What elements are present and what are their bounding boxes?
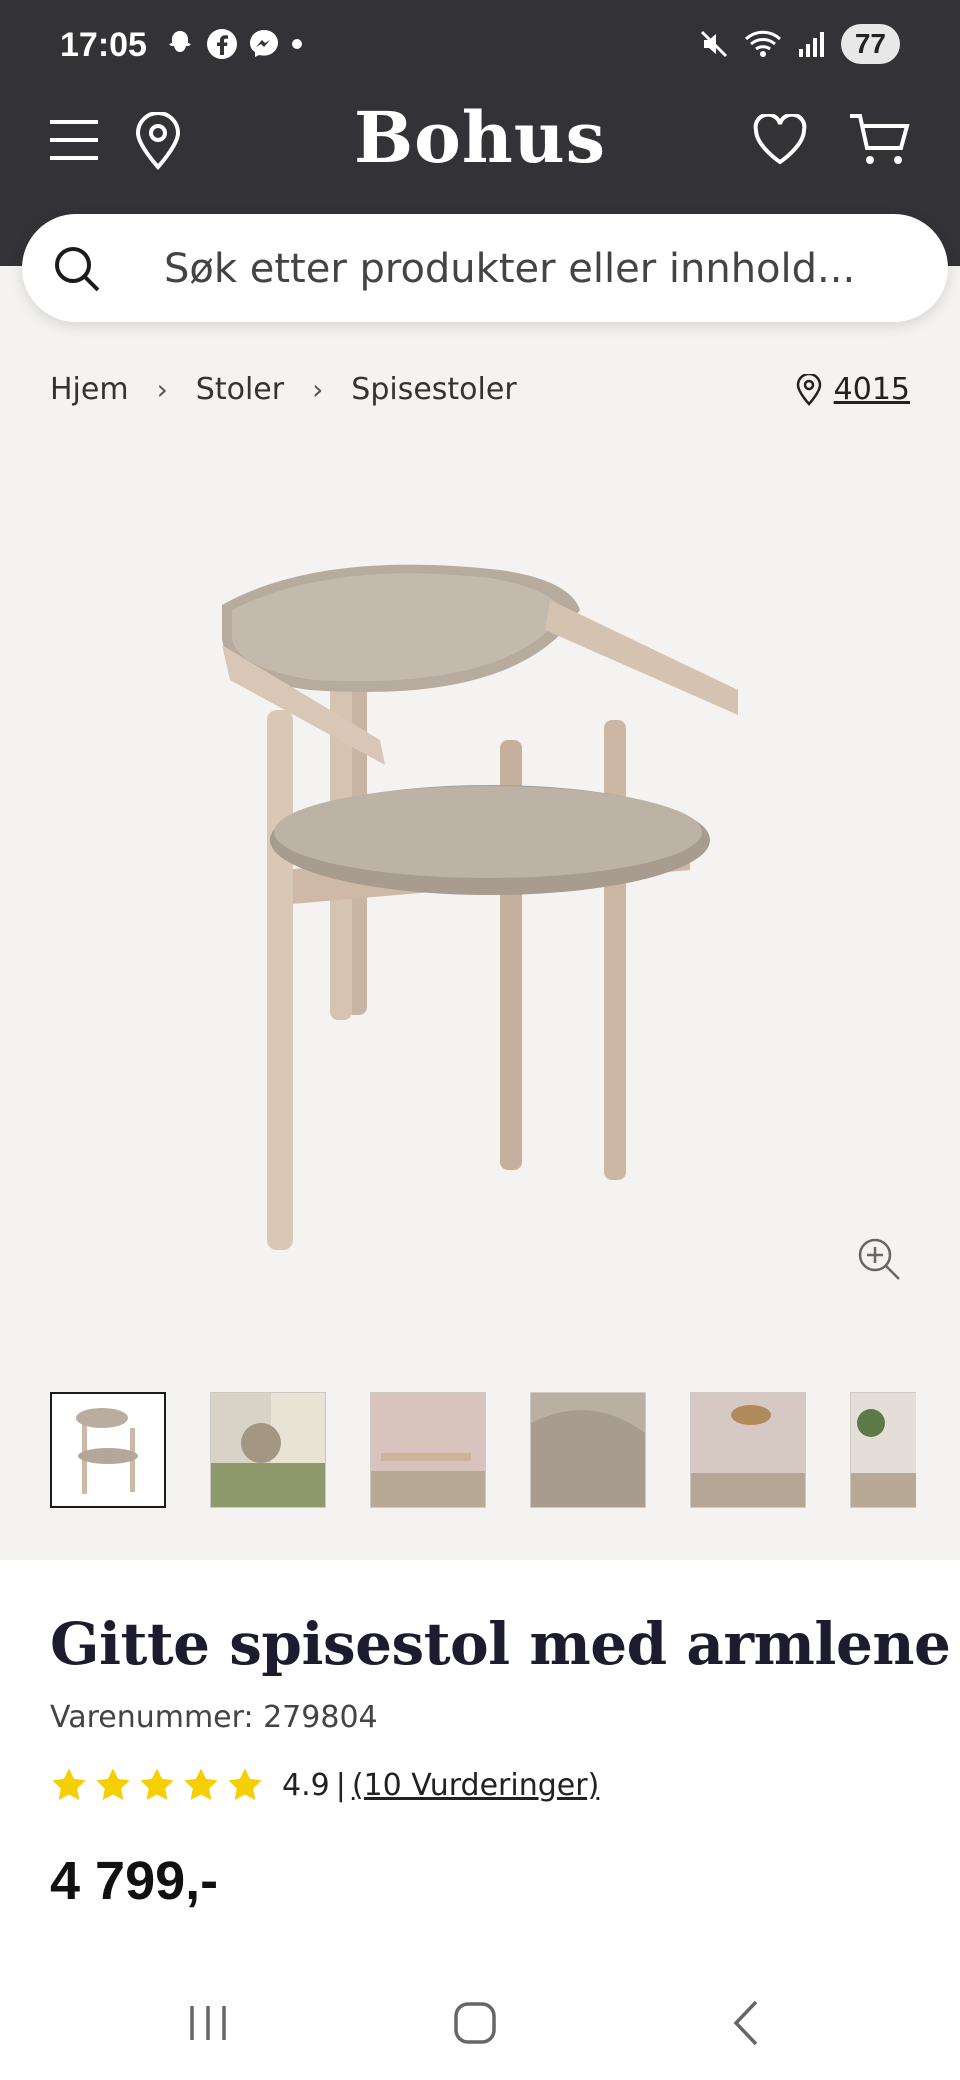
product-sku: Varenummer: 279804 bbox=[50, 1700, 378, 1735]
chevron-right-icon: › bbox=[156, 373, 168, 406]
chair-thumbnail-image bbox=[76, 1408, 138, 1494]
thumbnail-5[interactable] bbox=[690, 1392, 806, 1508]
thumbnail-4[interactable] bbox=[530, 1392, 646, 1508]
thumbnail-strip bbox=[50, 1392, 916, 1510]
lamp-room-thumbnail-image bbox=[691, 1393, 805, 1507]
search-bar[interactable] bbox=[22, 214, 948, 322]
facebook-icon bbox=[207, 29, 237, 59]
mute-icon bbox=[700, 30, 727, 58]
plant-room-thumbnail-image bbox=[851, 1393, 916, 1507]
store-location-link[interactable]: 4015 bbox=[796, 372, 910, 407]
thumbnail-6[interactable] bbox=[850, 1392, 916, 1508]
star-icon bbox=[228, 1768, 262, 1800]
dot-icon bbox=[292, 39, 302, 49]
messenger-icon bbox=[250, 30, 278, 57]
reviews-link[interactable]: (10 Vurderinger) bbox=[352, 1768, 599, 1803]
star-icon bbox=[52, 1768, 86, 1800]
breadcrumb-home[interactable]: Hjem bbox=[50, 372, 129, 407]
system-nav-bar bbox=[0, 1970, 960, 2080]
home-icon[interactable] bbox=[452, 1992, 498, 2052]
recent-apps-icon[interactable] bbox=[186, 1992, 230, 2052]
breadcrumb: Hjem › Stoler › Spisestoler bbox=[50, 372, 517, 407]
cart-icon[interactable] bbox=[848, 112, 910, 168]
back-icon[interactable] bbox=[728, 1992, 764, 2052]
chevron-right-icon: › bbox=[312, 373, 324, 406]
star-rating bbox=[50, 1766, 264, 1804]
star-icon bbox=[184, 1768, 218, 1800]
dining-room-thumbnail-image bbox=[371, 1393, 485, 1507]
rating-divider: | bbox=[335, 1767, 346, 1803]
thumbnail-1[interactable] bbox=[50, 1392, 166, 1508]
breadcrumb-dining-chairs[interactable]: Spisestoler bbox=[351, 372, 516, 407]
battery-indicator: 77 bbox=[840, 24, 900, 64]
thumbnail-3[interactable] bbox=[370, 1392, 486, 1508]
search-icon[interactable] bbox=[52, 244, 102, 294]
bohus-logo[interactable]: Bohus bbox=[0, 96, 960, 179]
product-rating[interactable]: 4.9 | (10 Vurderinger) bbox=[50, 1766, 599, 1804]
product-price: 4 799,- bbox=[50, 1851, 219, 1911]
breadcrumb-chairs[interactable]: Stoler bbox=[196, 372, 284, 407]
room-thumbnail-image bbox=[211, 1393, 325, 1507]
snapchat-icon bbox=[169, 31, 191, 52]
signal-icon bbox=[798, 32, 824, 57]
store-code[interactable]: 4015 bbox=[834, 372, 910, 407]
location-pin-icon bbox=[796, 373, 821, 406]
heart-icon[interactable] bbox=[752, 114, 808, 166]
notification-icons bbox=[164, 28, 304, 60]
search-input[interactable] bbox=[162, 236, 926, 302]
wifi-icon bbox=[744, 30, 781, 57]
rating-value: 4.9 bbox=[282, 1767, 330, 1803]
status-time: 17:05 bbox=[60, 26, 147, 64]
star-icon bbox=[96, 1768, 130, 1800]
zoom-in-icon[interactable] bbox=[855, 1235, 903, 1283]
star-icon bbox=[140, 1768, 174, 1800]
product-title: Gitte spisestol med armlene bbox=[50, 1610, 951, 1678]
thumbnail-2[interactable] bbox=[210, 1392, 326, 1508]
fabric-detail-thumbnail-image bbox=[531, 1393, 645, 1507]
status-bar: 17:05 77 bbox=[0, 0, 960, 90]
product-main-image[interactable] bbox=[170, 540, 770, 1260]
system-status-icons: 77 bbox=[699, 24, 900, 64]
